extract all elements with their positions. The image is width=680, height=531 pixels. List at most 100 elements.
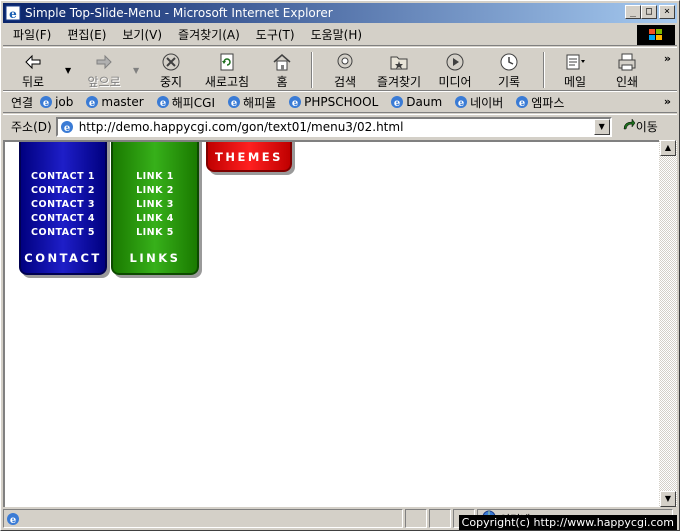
media-icon	[444, 52, 466, 72]
contact-menu-item[interactable]: CONTACT 2	[21, 184, 105, 198]
address-url: http://demo.happycgi.com/gon/text01/menu…	[78, 119, 404, 134]
ie-page-icon: e	[85, 95, 99, 109]
toolbar-separator	[543, 52, 545, 88]
back-dropdown-icon[interactable]: ▼	[65, 66, 71, 75]
status-panel	[405, 509, 427, 528]
svg-text:e: e	[292, 98, 298, 109]
svg-text:e: e	[160, 98, 166, 109]
themes-menu-tab[interactable]: THEMES	[208, 150, 290, 164]
link-phpschool[interactable]: e PHPSCHOOL	[288, 95, 378, 109]
title-bar[interactable]: e Simple Top-Slide-Menu - Microsoft Inte…	[3, 3, 677, 23]
home-button[interactable]: 홈	[265, 52, 299, 90]
svg-text:e: e	[89, 98, 95, 109]
contact-menu-item[interactable]: CONTACT 5	[21, 226, 105, 240]
contact-menu-item[interactable]: CONTACT 1	[21, 170, 105, 184]
copyright-overlay: Copyright(c) http://www.happycgi.com	[458, 515, 677, 530]
back-arrow-icon	[22, 52, 44, 72]
printer-icon	[616, 52, 638, 72]
media-label: 미디어	[438, 75, 472, 89]
mail-icon	[564, 52, 586, 72]
back-button[interactable]: 뒤로	[11, 52, 55, 90]
ie-page-icon: e	[390, 95, 404, 109]
svg-text:e: e	[43, 98, 49, 109]
search-button[interactable]: 검색	[325, 52, 365, 90]
print-button[interactable]: 인쇄	[607, 52, 647, 90]
maximize-button[interactable]: □	[641, 5, 657, 19]
vertical-scrollbar[interactable]: ▲ ▼	[659, 140, 677, 507]
svg-text:e: e	[64, 123, 70, 134]
page-content: CONTACT 1 CONTACT 2 CONTACT 3 CONTACT 4 …	[3, 140, 659, 507]
links-menu-item[interactable]: LINK 3	[113, 198, 197, 212]
favorites-folder-icon	[388, 52, 410, 72]
window-title: Simple Top-Slide-Menu - Microsoft Intern…	[25, 6, 333, 20]
link-naver[interactable]: e 네이버	[454, 94, 503, 111]
links-slide-menu[interactable]: LINK 1 LINK 2 LINK 3 LINK 4 LINK 5 LINKS	[111, 142, 199, 275]
forward-arrow-icon	[93, 52, 115, 72]
svg-text:e: e	[519, 98, 525, 109]
links-menu-item[interactable]: LINK 4	[113, 212, 197, 226]
themes-slide-menu[interactable]: THEMES	[206, 142, 292, 172]
link-daum[interactable]: e Daum	[390, 95, 442, 109]
favorites-label: 즐겨찾기	[376, 75, 422, 89]
history-button[interactable]: 기록	[489, 52, 529, 90]
toolbar-overflow-icon[interactable]: »	[664, 52, 671, 65]
home-icon	[271, 52, 293, 72]
mail-button[interactable]: 메일	[555, 52, 595, 90]
contact-menu-items: CONTACT 1 CONTACT 2 CONTACT 3 CONTACT 4 …	[21, 170, 105, 240]
contact-slide-menu[interactable]: CONTACT 1 CONTACT 2 CONTACT 3 CONTACT 4 …	[19, 142, 107, 275]
link-happycgi[interactable]: e 해피CGI	[156, 94, 215, 111]
menu-edit[interactable]: 편집(E)	[59, 26, 114, 43]
home-label: 홈	[276, 75, 288, 89]
contact-menu-item[interactable]: CONTACT 4	[21, 212, 105, 226]
address-dropdown-icon[interactable]: ▼	[593, 118, 610, 135]
toolbar-separator	[311, 52, 313, 88]
search-icon	[334, 52, 356, 72]
address-label: 주소(D)	[11, 120, 52, 134]
ie-page-icon: e	[156, 95, 170, 109]
link-job-label: job	[55, 95, 74, 109]
menu-help[interactable]: 도움말(H)	[303, 26, 371, 43]
menu-view[interactable]: 보기(V)	[114, 26, 170, 43]
minimize-button[interactable]: _	[625, 5, 641, 19]
status-text-panel: e	[3, 509, 403, 528]
menu-tools[interactable]: 도구(T)	[248, 26, 303, 43]
windows-logo-icon	[637, 25, 675, 45]
refresh-button[interactable]: 새로고침	[199, 52, 255, 90]
close-button[interactable]: ×	[659, 5, 675, 19]
ie-page-icon: e	[227, 95, 241, 109]
scroll-down-icon[interactable]: ▼	[660, 491, 676, 507]
links-menu-item[interactable]: LINK 2	[113, 184, 197, 198]
favorites-button[interactable]: 즐겨찾기	[371, 52, 427, 90]
links-overflow-icon[interactable]: »	[664, 95, 671, 108]
menu-file[interactable]: 파일(F)	[3, 26, 59, 43]
stop-icon	[160, 52, 182, 72]
ie-page-icon: e	[39, 95, 53, 109]
link-job[interactable]: e job	[39, 95, 73, 109]
links-menu-item[interactable]: LINK 5	[113, 226, 197, 240]
forward-button[interactable]: 앞으로	[77, 52, 131, 90]
address-input[interactable]: e http://demo.happycgi.com/gon/text01/me…	[55, 116, 612, 137]
link-naver-label: 네이버	[470, 95, 504, 110]
contact-menu-tab[interactable]: CONTACT	[21, 251, 105, 265]
status-panel	[429, 509, 451, 528]
link-master[interactable]: e master	[85, 95, 144, 109]
links-menu-item[interactable]: LINK 1	[113, 170, 197, 184]
search-label: 검색	[333, 75, 357, 89]
history-icon	[498, 52, 520, 72]
ie-page-icon: e	[6, 512, 20, 526]
link-happycgi-label: 해피CGI	[171, 95, 216, 110]
link-daum-label: Daum	[406, 95, 443, 109]
links-menu-tab[interactable]: LINKS	[113, 251, 197, 265]
stop-button[interactable]: 중지	[149, 52, 193, 90]
scroll-up-icon[interactable]: ▲	[660, 140, 676, 156]
ie-page-icon: e	[60, 120, 74, 134]
link-empas[interactable]: e 엠파스	[515, 94, 564, 111]
media-button[interactable]: 미디어	[433, 52, 477, 90]
link-empas-label: 엠파스	[531, 95, 565, 110]
menu-favorites[interactable]: 즐겨찾기(A)	[170, 26, 248, 43]
link-happymall[interactable]: e 해피몰	[227, 94, 276, 111]
go-button[interactable]: 이동	[622, 118, 658, 135]
forward-dropdown-icon: ▼	[133, 66, 140, 75]
mail-label: 메일	[563, 75, 587, 89]
contact-menu-item[interactable]: CONTACT 3	[21, 198, 105, 212]
